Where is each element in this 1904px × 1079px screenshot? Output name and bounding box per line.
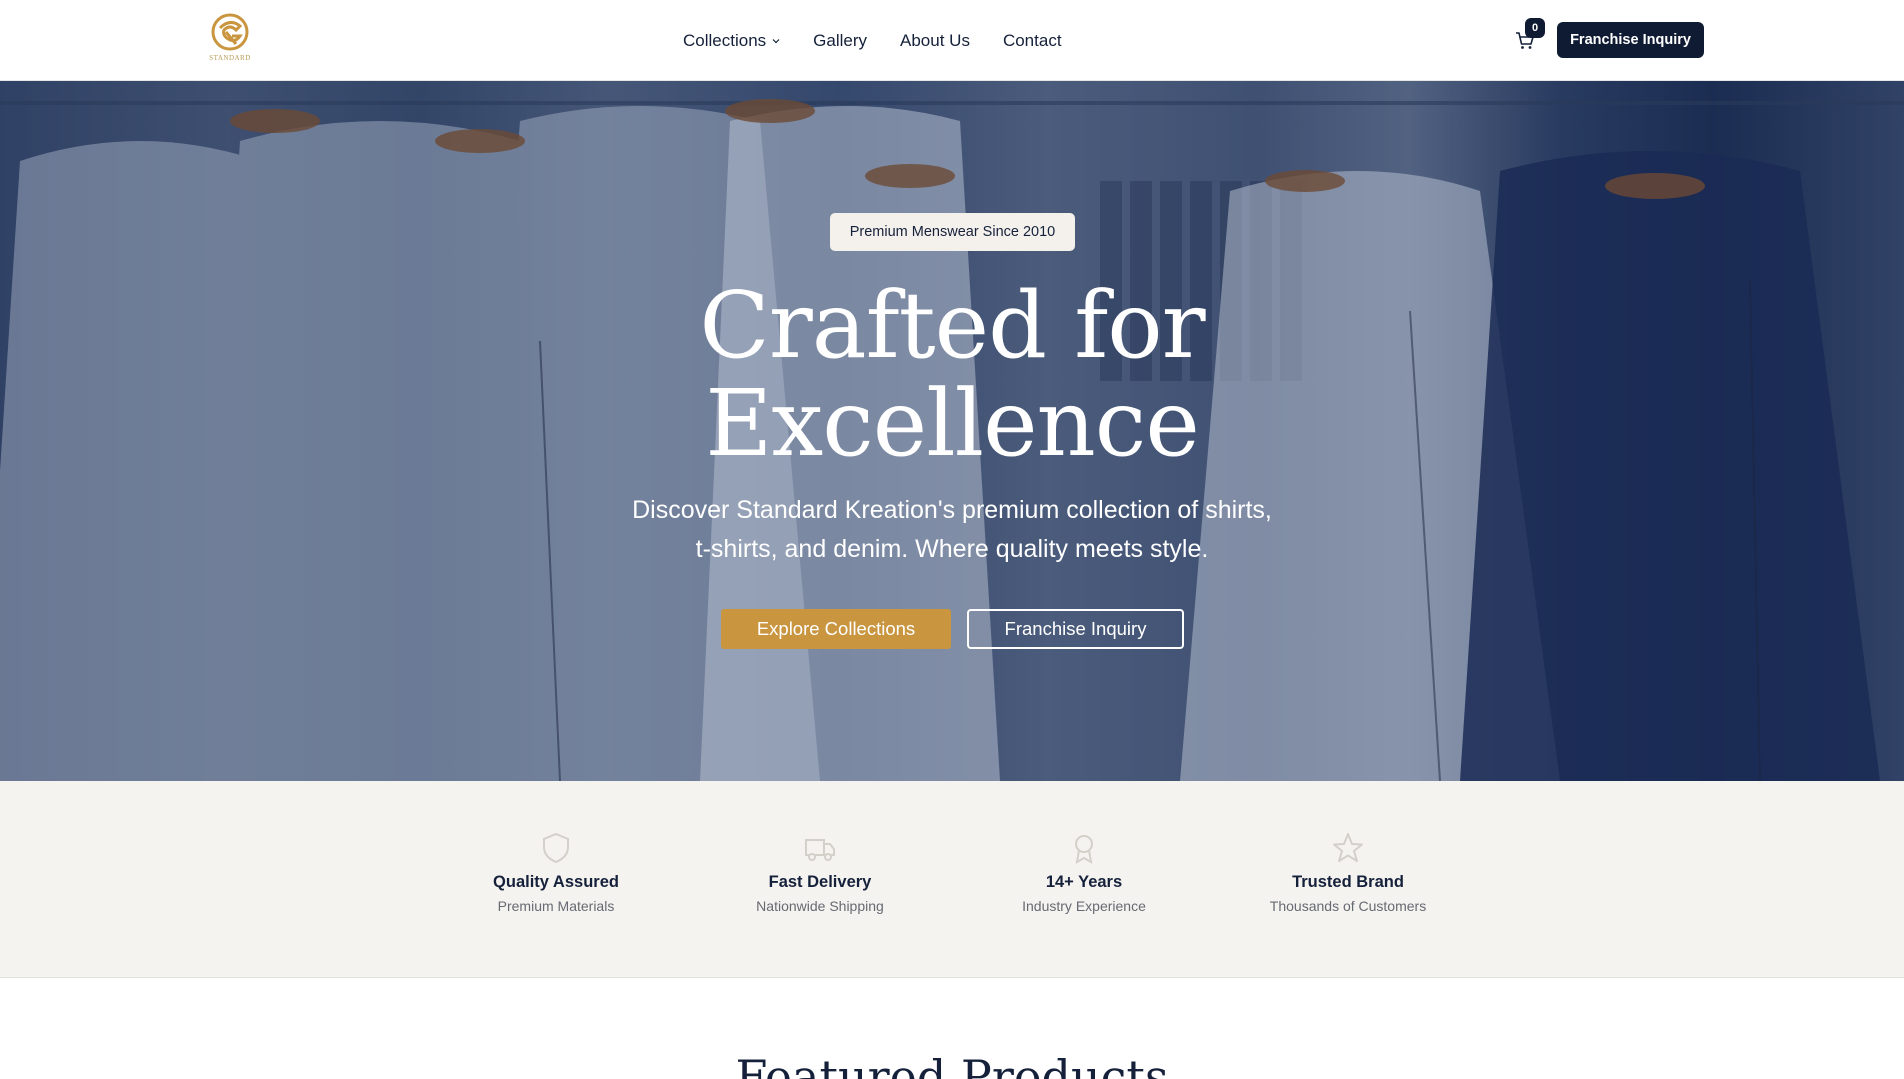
feature-title: Fast Delivery <box>768 873 872 891</box>
main-nav: Collections Gallery About Us Contact <box>683 0 1095 81</box>
hero-title-line-1: Crafted for <box>699 272 1205 379</box>
cart-count-badge: 0 <box>1525 18 1545 38</box>
chevron-down-icon <box>772 38 780 43</box>
hero-subtitle-line-1: Discover Standard Kreation's premium col… <box>632 496 1272 524</box>
nav-collections-label: Collections <box>683 30 767 50</box>
feature-title: Quality Assured <box>493 873 619 891</box>
feature-subtitle: Industry Experience <box>1022 898 1146 914</box>
features-strip: Quality Assured Premium Materials Fast D… <box>0 781 1904 978</box>
nav-contact[interactable]: Contact <box>1003 31 1062 51</box>
site-header: STANDARD Collections Gallery About Us Co… <box>0 0 1904 81</box>
nav-gallery[interactable]: Gallery <box>813 31 867 51</box>
since-badge: Premium Menswear Since 2010 <box>830 213 1075 251</box>
feature-subtitle: Premium Materials <box>497 898 615 914</box>
star-icon <box>1333 833 1363 862</box>
feature-title: Trusted Brand <box>1292 873 1404 891</box>
feature-quality: Quality Assured Premium Materials <box>456 831 656 914</box>
shield-icon <box>543 832 569 864</box>
hero-title-line-2: Excellence <box>705 370 1200 477</box>
feature-subtitle: Nationwide Shipping <box>756 898 884 914</box>
feature-title: 14+ Years <box>1045 873 1123 891</box>
feature-trusted: Trusted Brand Thousands of Customers <box>1248 831 1448 914</box>
hero-subtitle: Discover Standard Kreation's premium col… <box>592 491 1312 569</box>
logo-wordmark: STANDARD <box>209 54 251 62</box>
nav-collections[interactable]: Collections <box>683 31 780 51</box>
hero-franchise-inquiry-button[interactable]: Franchise Inquiry <box>967 609 1184 649</box>
feature-subtitle: Thousands of Customers <box>1269 898 1427 914</box>
feature-delivery: Fast Delivery Nationwide Shipping <box>720 831 920 914</box>
explore-collections-button[interactable]: Explore Collections <box>721 609 951 649</box>
hero-subtitle-line-2: t-shirts, and denim. Where quality meets… <box>695 535 1209 563</box>
hero-title: Crafted for Excellence <box>552 277 1352 473</box>
nav-about-us[interactable]: About Us <box>900 31 970 51</box>
feature-years: 14+ Years Industry Experience <box>984 831 1184 914</box>
award-icon <box>1075 835 1093 864</box>
featured-products-title: Featured Products <box>735 1050 1169 1079</box>
truck-icon <box>805 839 835 861</box>
header-franchise-inquiry-button[interactable]: Franchise Inquiry <box>1557 22 1704 58</box>
hero-section: Premium Menswear Since 2010 Crafted for … <box>0 81 1904 781</box>
